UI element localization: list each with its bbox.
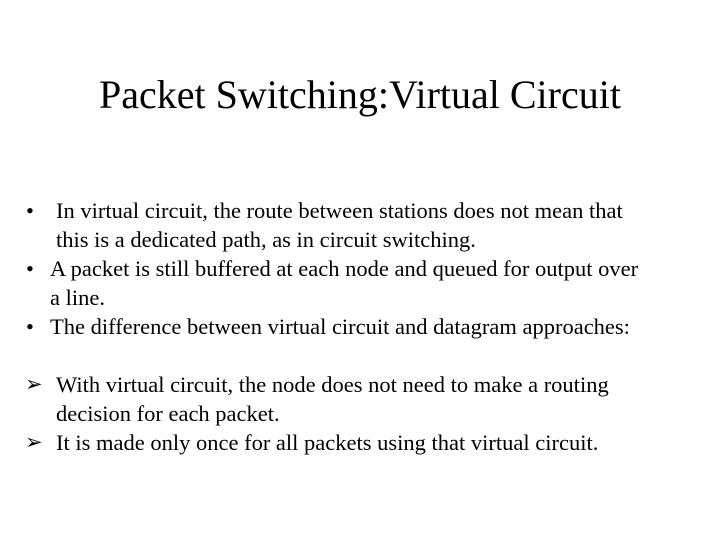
list-item: • The difference between virtual circuit… (24, 312, 696, 341)
bullet-marker-icon: • (26, 198, 34, 223)
arrow-marker-icon: ➢ (25, 372, 43, 396)
list-item-text: In virtual circuit, the route between st… (50, 196, 696, 254)
list-item-text: A packet is still buffered at each node … (50, 254, 696, 312)
slide-canvas: Packet Switching:Virtual Circuit • In vi… (0, 0, 720, 540)
bullet-marker-icon: • (26, 314, 34, 339)
text-line: A packet is still buffered at each node … (50, 256, 639, 281)
list-item-text: The difference between virtual circuit a… (50, 312, 696, 341)
list-item: • A packet is still buffered at each nod… (24, 254, 696, 312)
list-item-text: It is made only once for all packets usi… (56, 428, 696, 457)
text-line: In virtual circuit, the route between st… (56, 198, 623, 223)
text-line: a line. (50, 285, 105, 310)
slide-body: • In virtual circuit, the route between … (24, 196, 696, 457)
arrow-marker-icon: ➢ (25, 430, 43, 454)
text-line: With virtual circuit, the node does not … (56, 372, 609, 397)
secondary-arrow-list: ➢ With virtual circuit, the node does no… (24, 370, 696, 457)
list-item: ➢ It is made only once for all packets u… (24, 428, 696, 457)
text-line: It is made only once for all packets usi… (56, 430, 599, 455)
primary-bullet-list: • In virtual circuit, the route between … (24, 196, 696, 341)
list-item: ➢ With virtual circuit, the node does no… (24, 370, 696, 428)
list-item: • In virtual circuit, the route between … (24, 196, 696, 254)
page-title: Packet Switching:Virtual Circuit (99, 72, 621, 117)
list-item-text: With virtual circuit, the node does not … (56, 370, 696, 428)
text-line: decision for each packet. (56, 401, 280, 426)
text-line: this is a dedicated path, as in circuit … (56, 227, 476, 252)
text-line: The difference between virtual circuit a… (50, 314, 630, 339)
bullet-marker-icon: • (26, 256, 34, 281)
